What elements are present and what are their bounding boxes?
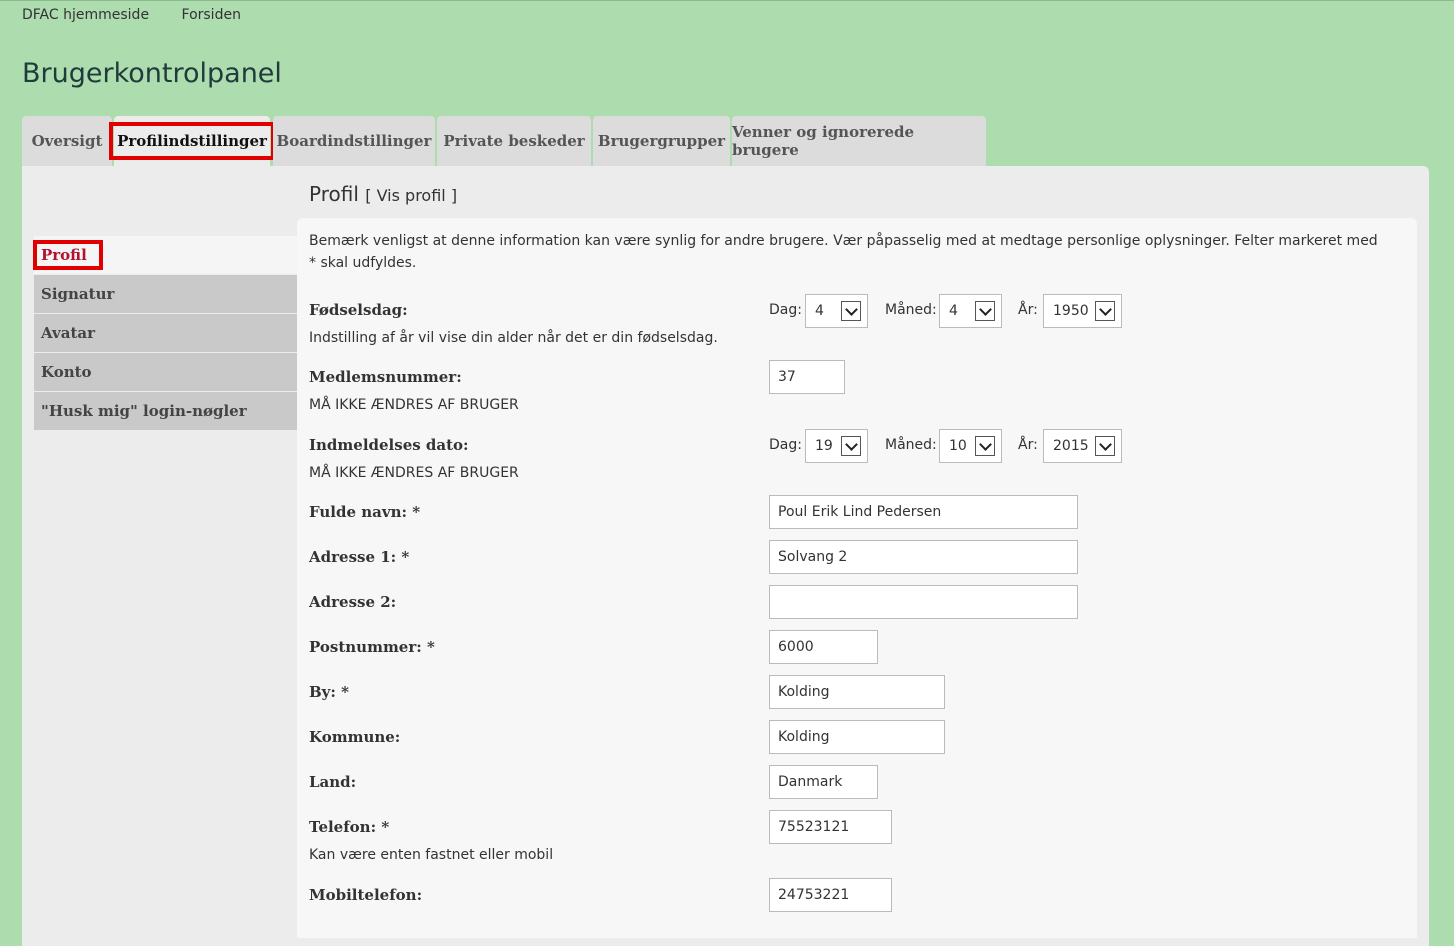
postal-code-label: Postnummer: * (309, 638, 435, 656)
join-date-label: Indmeldelses dato: (309, 436, 469, 454)
sidebar: Profil Signatur Avatar Konto "Husk mig" … (33, 236, 297, 431)
birthday-day-select[interactable]: 4 (805, 294, 868, 328)
join-year-select[interactable]: 2015 (1043, 429, 1122, 463)
sidebar-item-label: Profil (33, 240, 103, 270)
city-field[interactable]: Kolding (769, 675, 945, 709)
tab-private-messages[interactable]: Private beskeder (437, 116, 591, 166)
full-name-label: Fulde navn: * (309, 503, 421, 521)
tab-label: Boardindstillinger (276, 132, 432, 150)
birthday-month-select[interactable]: 4 (939, 294, 1002, 328)
sidebar-item-avatar[interactable]: Avatar (34, 314, 297, 352)
sidebar-item-label: Konto (41, 363, 92, 381)
chevron-down-icon (975, 436, 995, 456)
tab-label: Profilindstillinger (109, 122, 275, 160)
country-label: Land: (309, 773, 357, 791)
phone-hint: Kan være enten fastnet eller mobil (309, 847, 554, 863)
breadcrumb: DFAC hjemmeside Forsiden (22, 7, 269, 23)
chevron-down-icon (1095, 436, 1115, 456)
chevron-down-icon (975, 301, 995, 321)
sidebar-item-account[interactable]: Konto (34, 353, 297, 391)
join-day-label: Dag: (769, 437, 802, 453)
tab-profile-settings[interactable]: Profilindstillinger (109, 116, 275, 166)
form-notice: Bemærk venligst at denne information kan… (309, 233, 1378, 271)
select-value: 1950 (1053, 303, 1089, 319)
tab-overview[interactable]: Oversigt (22, 116, 112, 166)
birthday-year-label: År: (1018, 302, 1038, 318)
birthday-month-label: Måned: (885, 302, 937, 318)
municipality-label: Kommune: (309, 728, 401, 746)
tab-label: Oversigt (31, 132, 103, 150)
join-month-select[interactable]: 10 (939, 429, 1002, 463)
postal-code-field[interactable]: 6000 (769, 630, 878, 664)
breadcrumb-forum-link[interactable]: Forsiden (182, 7, 241, 23)
address2-label: Adresse 2: (309, 593, 397, 611)
tab-label: Brugergrupper (597, 132, 726, 150)
view-profile-link[interactable]: [ Vis profil ] (365, 186, 457, 205)
tab-user-groups[interactable]: Brugergrupper (593, 116, 730, 166)
address1-field[interactable]: Solvang 2 (769, 540, 1078, 574)
tab-label: Private beskeder (443, 132, 585, 150)
sidebar-item-remember-me-keys[interactable]: "Husk mig" login-nøgler (34, 392, 297, 430)
birthday-hint: Indstilling af år vil vise din alder når… (309, 330, 718, 346)
section-title-text: Profil (309, 182, 359, 206)
sidebar-item-label: "Husk mig" login-nøgler (41, 402, 247, 420)
municipality-field[interactable]: Kolding (769, 720, 945, 754)
city-label: By: * (309, 683, 349, 701)
page-title: Brugerkontrolpanel (22, 58, 282, 89)
phone-label: Telefon: * (309, 818, 390, 836)
birthday-label: Fødselsdag: (309, 301, 408, 319)
chevron-down-icon (841, 436, 861, 456)
chevron-down-icon (1095, 301, 1115, 321)
select-value: 19 (815, 438, 833, 454)
address1-label: Adresse 1: * (309, 548, 410, 566)
mobile-field[interactable]: 24753221 (769, 878, 892, 912)
join-year-label: År: (1018, 437, 1038, 453)
full-name-field[interactable]: Poul Erik Lind Pedersen (769, 495, 1078, 529)
member-number-hint: MÅ IKKE ÆNDRES AF BRUGER (309, 397, 519, 413)
address2-field[interactable] (769, 585, 1078, 619)
member-number-label: Medlemsnummer: (309, 368, 462, 386)
country-field[interactable]: Danmark (769, 765, 878, 799)
tab-board-settings[interactable]: Boardindstillinger (273, 116, 435, 166)
join-date-hint: MÅ IKKE ÆNDRES AF BRUGER (309, 465, 519, 481)
select-value: 4 (815, 303, 824, 319)
chevron-down-icon (841, 301, 861, 321)
sidebar-item-profile[interactable]: Profil (33, 236, 297, 274)
join-month-label: Måned: (885, 437, 937, 453)
join-day-select[interactable]: 19 (805, 429, 868, 463)
sidebar-item-label: Signatur (41, 285, 115, 303)
sidebar-item-signature[interactable]: Signatur (34, 275, 297, 313)
member-number-field[interactable]: 37 (769, 360, 845, 394)
mobile-label: Mobiltelefon: (309, 886, 423, 904)
birthday-day-label: Dag: (769, 302, 802, 318)
tab-friends-foes[interactable]: Venner og ignorerede brugere (732, 116, 986, 166)
breadcrumb-home-link[interactable]: DFAC hjemmeside (22, 7, 149, 23)
phone-field[interactable]: 75523121 (769, 810, 892, 844)
tab-label: Venner og ignorerede brugere (732, 123, 915, 159)
select-value: 10 (949, 438, 967, 454)
select-value: 4 (949, 303, 958, 319)
select-value: 2015 (1053, 438, 1089, 454)
section-title: Profil [ Vis profil ] (309, 182, 457, 206)
sidebar-item-label: Avatar (41, 324, 96, 342)
birthday-year-select[interactable]: 1950 (1043, 294, 1122, 328)
